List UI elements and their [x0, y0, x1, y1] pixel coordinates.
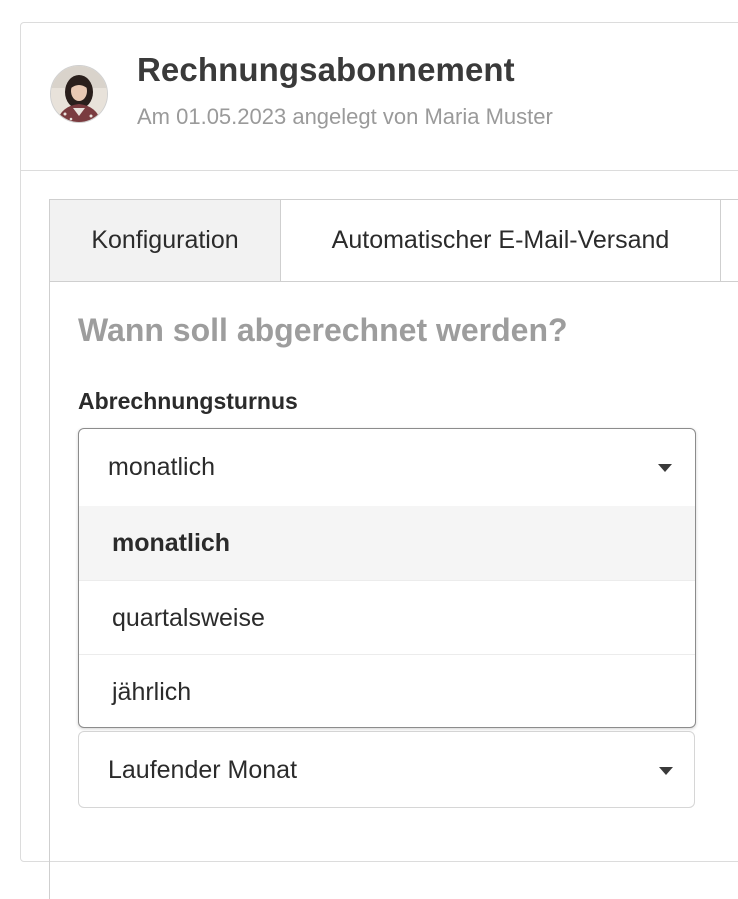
user-avatar-icon — [51, 66, 107, 122]
chevron-down-icon — [659, 767, 673, 775]
option-quartalsweise[interactable]: quartalsweise — [79, 580, 695, 654]
section-heading: Wann soll abgerechnet werden? — [78, 312, 568, 348]
created-info: Am 01.05.2023 angelegt von Maria Muster — [137, 104, 553, 129]
billing-cycle-value: monatlich — [108, 453, 215, 481]
avatar — [50, 65, 108, 123]
billing-cycle-label: Abrechnungsturnus — [78, 388, 298, 414]
page-title: Rechnungsabonnement — [137, 51, 515, 88]
chevron-down-icon — [658, 464, 672, 472]
tab-email-versand[interactable]: Automatischer E-Mail-Versand — [281, 200, 721, 281]
billing-cycle-dropdown[interactable]: monatlich monatlich quartalsweise jährli… — [78, 428, 696, 728]
billing-period-value: Laufender Monat — [108, 756, 298, 784]
option-jaehrlich[interactable]: jährlich — [79, 654, 695, 727]
billing-cycle-select[interactable]: monatlich — [79, 429, 695, 506]
tab-konfiguration[interactable]: Konfiguration — [50, 200, 281, 281]
billing-period-select[interactable]: Laufender Monat — [78, 731, 695, 808]
tab-bar: Konfiguration Automatischer E-Mail-Versa… — [50, 200, 738, 282]
card-header: Rechnungsabonnement Am 01.05.2023 angele… — [21, 23, 738, 171]
option-monatlich[interactable]: monatlich — [79, 506, 695, 580]
